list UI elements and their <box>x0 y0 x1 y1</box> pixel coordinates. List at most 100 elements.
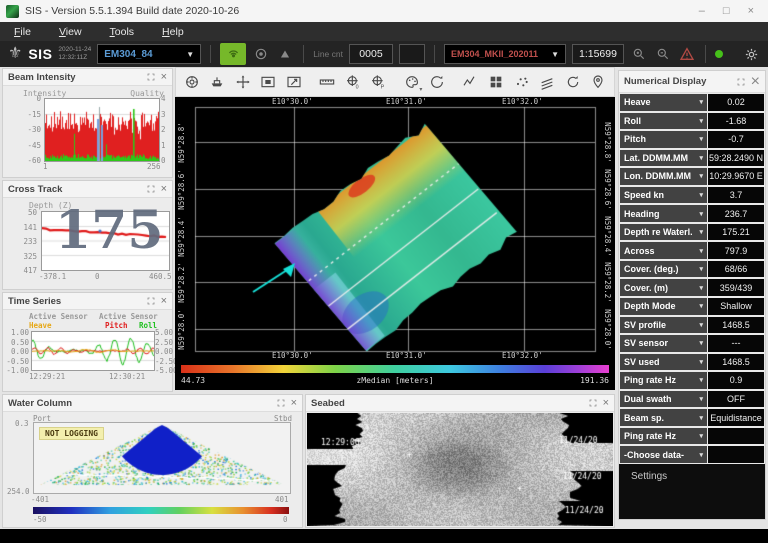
metric-select[interactable]: Depth re Waterl.▾ <box>619 223 707 242</box>
metric-select[interactable]: Cover. (m)▾ <box>619 278 707 297</box>
axis-tick: 325 <box>13 252 37 261</box>
survey-lines-button[interactable] <box>459 70 483 94</box>
zoom-window-button[interactable] <box>257 70 281 94</box>
time-series-chart <box>31 331 155 371</box>
metric-select[interactable]: Cover. (deg.)▾ <box>619 260 707 279</box>
table-row: -Choose data-▾ <box>619 445 765 464</box>
menu-item-help[interactable]: Help <box>148 22 198 41</box>
settings-gear-icon[interactable] <box>742 45 760 63</box>
y-axis-tick: N59°28.8' <box>177 122 186 163</box>
metric-value: 1468.5 <box>707 316 765 335</box>
menu-item-file[interactable]: File <box>0 22 45 41</box>
close-icon[interactable]: × <box>603 398 609 409</box>
metric-select[interactable]: Speed kn▾ <box>619 186 707 205</box>
grid-cells-button[interactable] <box>484 70 508 94</box>
expand-icon[interactable] <box>589 399 597 407</box>
close-icon[interactable]: × <box>161 296 167 307</box>
maximize-button[interactable]: □ <box>723 5 730 17</box>
color-palette-button[interactable]: ▾ <box>400 70 424 94</box>
metric-select[interactable]: Across▾ <box>619 241 707 260</box>
metric-select[interactable]: -Choose data-▾ <box>619 445 707 464</box>
line-count-extra[interactable] <box>399 44 425 64</box>
pinging-toggle-button[interactable] <box>220 43 246 65</box>
application-window: SIS - Version 5.5.1.394 Build date 2020-… <box>0 0 768 543</box>
fit-extent-button[interactable] <box>282 70 306 94</box>
metric-select[interactable]: Lat. DDMM.MM▾ <box>619 149 707 168</box>
axis-tick: -50 <box>33 515 47 524</box>
metric-select[interactable]: Beam sp.▾ <box>619 408 707 427</box>
metric-select[interactable]: Dual swath▾ <box>619 390 707 409</box>
pan-button[interactable] <box>231 70 255 94</box>
record-button[interactable] <box>252 45 270 63</box>
grid-cells-icon <box>488 74 504 90</box>
metric-select[interactable]: SV profile▾ <box>619 316 707 335</box>
metric-select[interactable]: Heave▾ <box>619 93 707 112</box>
expand-icon[interactable] <box>147 297 155 305</box>
bathymetry-map[interactable] <box>175 97 615 359</box>
kongsberg-logo: ⚜ <box>8 46 22 62</box>
center-origin-button[interactable]: 0 <box>341 70 365 94</box>
line-count-label: Line cnt <box>313 49 343 59</box>
upload-line-button[interactable] <box>276 45 294 63</box>
datetime-display: 2020-11-2412:32:11Z <box>58 46 91 62</box>
panel-header: Water Column × <box>3 395 302 412</box>
metric-select[interactable]: Depth Mode▾ <box>619 297 707 316</box>
survey-select[interactable]: EM304_MKII_202011▼ <box>444 44 566 64</box>
expand-icon[interactable] <box>147 185 155 193</box>
survey-lines-icon <box>462 74 478 90</box>
point-cloud-button[interactable] <box>510 70 534 94</box>
colorbar-max: 191.36 <box>580 376 609 385</box>
chevron-down-icon: ▾ <box>699 395 703 403</box>
expand-icon[interactable] <box>737 78 745 86</box>
expand-icon[interactable] <box>147 73 155 81</box>
sonar-settings-button[interactable] <box>180 70 204 94</box>
chevron-down-icon: ▾ <box>699 358 703 366</box>
metric-select[interactable]: Pitch▾ <box>619 130 707 149</box>
settings-button[interactable]: Settings <box>619 465 765 487</box>
y-axis-tick: N59°28.4' <box>177 216 186 257</box>
axis-tick: 401 <box>275 495 289 504</box>
menu-item-view[interactable]: View <box>45 22 96 41</box>
not-logging-badge: NOT LOGGING <box>39 427 104 440</box>
metric-select[interactable]: Heading▾ <box>619 204 707 223</box>
alarm-warning-icon[interactable] <box>678 45 696 63</box>
chevron-down-icon: ▾ <box>699 135 703 143</box>
sounder-select[interactable]: EM304_84▼ <box>97 44 201 64</box>
metric-value: -1.68 <box>707 112 765 131</box>
refresh-icon <box>565 74 581 90</box>
panel-title: Water Column <box>8 398 72 409</box>
ruler-button[interactable] <box>315 70 339 94</box>
fit-extent-icon <box>286 74 302 90</box>
center-position-button[interactable]: P <box>367 70 391 94</box>
close-button[interactable]: × <box>748 5 754 17</box>
refresh-button[interactable] <box>561 70 585 94</box>
metric-select[interactable]: SV sensor▾ <box>619 334 707 353</box>
zoom-in-icon[interactable] <box>630 45 648 63</box>
contours-button[interactable] <box>535 70 559 94</box>
center-position-icon: P <box>370 74 386 90</box>
drop-marker-button[interactable] <box>586 70 610 94</box>
metric-select[interactable]: Roll▾ <box>619 112 707 131</box>
expand-icon[interactable] <box>277 399 285 407</box>
scale-value[interactable]: 1:15699 <box>572 44 624 64</box>
metric-select[interactable]: Lon. DDMM.MM▾ <box>619 167 707 186</box>
close-icon[interactable]: × <box>291 398 297 409</box>
rotate-3d-button[interactable] <box>425 70 449 94</box>
table-row: Heave▾0.02 <box>619 93 765 112</box>
metric-select[interactable]: Ping rate Hz▾ <box>619 371 707 390</box>
map-colorbar <box>181 365 609 373</box>
close-icon[interactable]: × <box>161 72 167 83</box>
time-series-panel: Time Series × Active Sensor Active Senso… <box>2 292 173 392</box>
vessel-button[interactable] <box>206 70 230 94</box>
contours-icon <box>539 74 555 90</box>
zoom-out-icon[interactable] <box>654 45 672 63</box>
colorbar-title: zMedian [meters] <box>356 376 433 385</box>
line-count-value[interactable]: 0005 <box>349 44 393 64</box>
minimize-button[interactable]: – <box>699 5 705 17</box>
metric-select[interactable]: Ping rate Hz▾ <box>619 427 707 446</box>
close-icon[interactable]: × <box>751 73 760 91</box>
metric-select[interactable]: SV used▾ <box>619 353 707 372</box>
menu-item-tools[interactable]: Tools <box>96 22 149 41</box>
close-icon[interactable]: × <box>161 184 167 195</box>
chevron-down-icon: ▼ <box>186 50 194 59</box>
